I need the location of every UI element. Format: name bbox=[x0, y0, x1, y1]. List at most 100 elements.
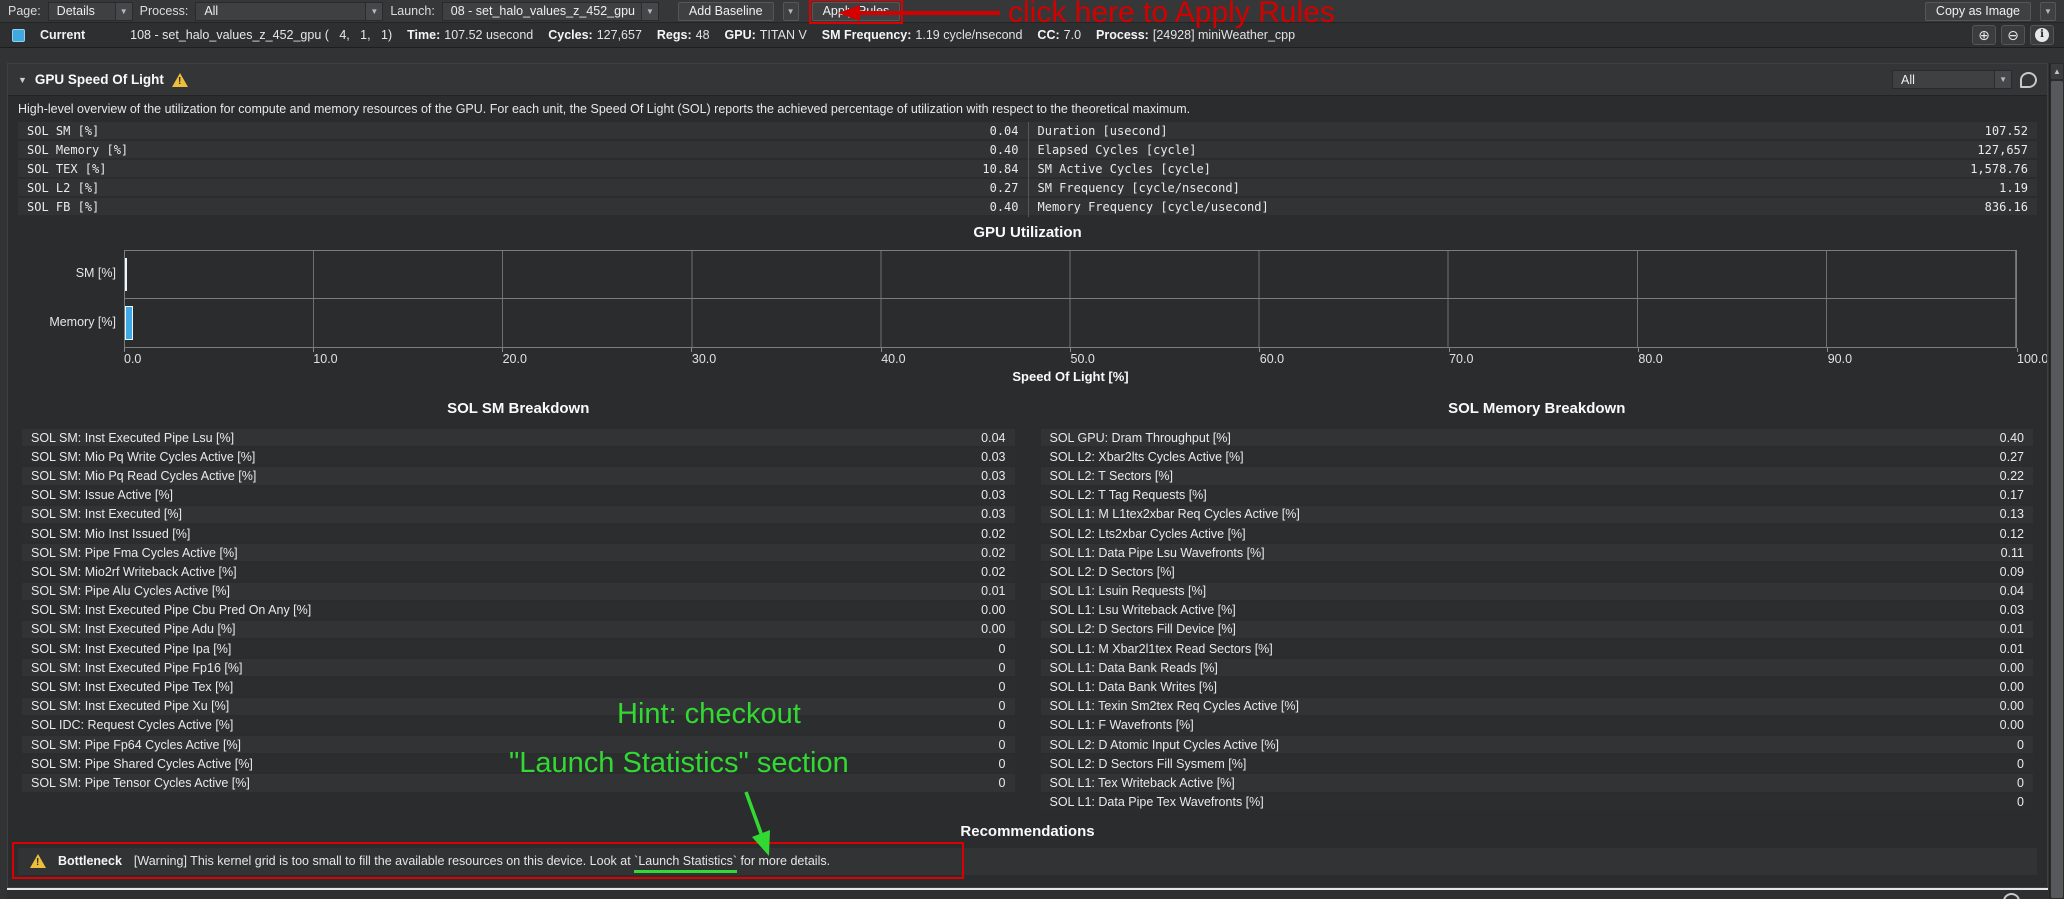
info-button[interactable]: i bbox=[2030, 25, 2054, 45]
x-axis-label: Speed Of Light [%] bbox=[124, 365, 2017, 390]
recommendations-title: Recommendations bbox=[8, 823, 2047, 840]
chart-row-memory bbox=[125, 299, 2016, 347]
kernel-stat: Process:[24928] miniWeather_cpp bbox=[1096, 28, 1295, 42]
table-row[interactable]: SOL L2: D Atomic Input Cycles Active [%]… bbox=[1041, 736, 2034, 753]
table-row[interactable]: SM Active Cycles [cycle] 1,578.76 bbox=[1029, 160, 2038, 177]
report-toolbar-icons: ⊕ ⊖ i bbox=[1972, 25, 2054, 45]
current-color-chip bbox=[12, 29, 25, 42]
table-row[interactable]: SOL L1: F Wavefronts [%] 0.00 bbox=[1041, 717, 2034, 734]
table-row[interactable]: SOL IDC: Request Cycles Active [%] 0 bbox=[22, 717, 1015, 734]
launch-label: Launch: bbox=[390, 4, 434, 18]
launch-statistics-link[interactable]: `Launch Statistics` bbox=[634, 854, 737, 873]
table-row[interactable]: SOL L1: Lsuin Requests [%] 0.04 bbox=[1041, 583, 2034, 600]
gpu-utilization-plot bbox=[124, 250, 2017, 348]
table-row[interactable]: SOL SM: Inst Executed Pipe Fp16 [%] 0 bbox=[22, 659, 1015, 676]
scroll-up-button[interactable]: ▲ bbox=[2051, 64, 2063, 79]
table-row[interactable]: SOL SM: Inst Executed Pipe Cbu Pred On A… bbox=[22, 602, 1015, 619]
launch-dropdown[interactable]: 08 - set_halo_values_z_452_gpu ▼ bbox=[442, 2, 659, 21]
scrollbar-thumb[interactable] bbox=[2051, 81, 2063, 898]
copy-as-image-dropdown-arrow[interactable]: ▼ bbox=[2040, 2, 2056, 21]
table-row[interactable]: SOL L2: T Sectors [%] 0.22 bbox=[1041, 467, 2034, 484]
table-row[interactable]: SOL L2: D Sectors [%] 0.09 bbox=[1041, 563, 2034, 580]
table-row[interactable]: SM Frequency [cycle/nsecond] 1.19 bbox=[1029, 179, 2038, 196]
collapse-arrow-icon[interactable]: ▼ bbox=[18, 75, 27, 85]
table-row[interactable]: SOL L2 [%] 0.27 bbox=[18, 179, 1028, 196]
comment-bubble-icon[interactable] bbox=[2020, 72, 2037, 88]
table-row[interactable]: SOL L1: Data Bank Reads [%] 0.00 bbox=[1041, 659, 2034, 676]
table-row[interactable]: SOL L2: Xbar2lts Cycles Active [%] 0.27 bbox=[1041, 448, 2034, 465]
zoom-out-button[interactable]: ⊖ bbox=[2001, 25, 2025, 45]
section-filter-dropdown[interactable]: All ▼ bbox=[1892, 70, 2012, 89]
apply-rules-annotation-box: Apply Rules bbox=[812, 2, 901, 21]
annotation-hint-line1: Hint: checkout bbox=[617, 698, 801, 731]
table-row[interactable]: SOL SM: Inst Executed Pipe Lsu [%] 0.04 bbox=[22, 429, 1015, 446]
table-row[interactable]: SOL L1: M L1tex2xbar Req Cycles Active [… bbox=[1041, 506, 2034, 523]
kernel-stat: Time:107.52 usecond bbox=[407, 28, 533, 42]
copy-as-image-button[interactable]: Copy as Image bbox=[1925, 2, 2031, 21]
table-row[interactable]: SOL GPU: Dram Throughput [%] 0.40 bbox=[1041, 429, 2034, 446]
table-row[interactable]: SOL SM: Mio Pq Write Cycles Active [%] 0… bbox=[22, 448, 1015, 465]
process-label: Process: bbox=[140, 4, 189, 18]
vertical-scrollbar[interactable]: ▲ bbox=[2049, 63, 2064, 899]
table-row[interactable]: SOL SM: Inst Executed Pipe Xu [%] 0 bbox=[22, 698, 1015, 715]
table-row[interactable]: SOL L2: D Sectors Fill Sysmem [%] 0 bbox=[1041, 755, 2034, 772]
page-dropdown[interactable]: Details ▼ bbox=[48, 2, 133, 21]
table-row[interactable]: SOL Memory [%] 0.40 bbox=[18, 141, 1028, 158]
zoom-in-button[interactable]: ⊕ bbox=[1972, 25, 1996, 45]
bottleneck-recommendation-row[interactable]: ! Bottleneck [Warning] This kernel grid … bbox=[18, 848, 2037, 875]
kernel-name: 108 - set_halo_values_z_452_gpu ( 4, 1, … bbox=[130, 28, 392, 42]
table-row[interactable]: SOL SM: Pipe Alu Cycles Active [%] 0.01 bbox=[22, 583, 1015, 600]
zoom-in-icon: ⊕ bbox=[1978, 28, 1990, 42]
table-row[interactable]: SOL SM: Inst Executed Pipe Ipa [%] 0 bbox=[22, 640, 1015, 657]
section-header[interactable]: ▼ GPU Speed Of Light ! All ▼ bbox=[8, 64, 2047, 96]
page-label: Page: bbox=[8, 4, 41, 18]
table-row[interactable]: SOL L1: Data Pipe Tex Wavefronts [%] 0 bbox=[1041, 794, 2034, 811]
table-row[interactable]: SOL L1: Tex Writeback Active [%] 0 bbox=[1041, 774, 2034, 791]
table-row[interactable]: SOL SM: Mio Inst Issued [%] 0.02 bbox=[22, 525, 1015, 542]
table-row[interactable]: SOL SM: Inst Executed Pipe Adu [%] 0.00 bbox=[22, 621, 1015, 638]
chevron-down-icon: ▼ bbox=[641, 3, 658, 20]
table-row[interactable]: SOL SM: Inst Executed Pipe Tex [%] 0 bbox=[22, 678, 1015, 695]
kernel-stat: SM Frequency:1.19 cycle/nsecond bbox=[822, 28, 1023, 42]
table-row[interactable]: Elapsed Cycles [cycle] 127,657 bbox=[1029, 141, 2038, 158]
table-row[interactable]: SOL L2: T Tag Requests [%] 0.17 bbox=[1041, 487, 2034, 504]
table-row[interactable]: SOL L1: Data Bank Writes [%] 0.00 bbox=[1041, 678, 2034, 695]
table-row[interactable]: SOL SM: Mio2rf Writeback Active [%] 0.02 bbox=[22, 563, 1015, 580]
next-section-cutoff bbox=[7, 890, 2048, 899]
annotation-hint-line2: "Launch Statistics" section bbox=[509, 747, 849, 780]
sol-summary-left: SOL SM [%] 0.04 SOL Memory [%] 0.40 SOL … bbox=[18, 122, 1028, 217]
process-dropdown[interactable]: All ▼ bbox=[195, 2, 383, 21]
table-row[interactable]: SOL L2: Lts2xbar Cycles Active [%] 0.12 bbox=[1041, 525, 2034, 542]
table-row[interactable]: SOL L2: D Sectors Fill Device [%] 0.01 bbox=[1041, 621, 2034, 638]
table-row[interactable]: SOL L1: M Xbar2l1tex Read Sectors [%] 0.… bbox=[1041, 640, 2034, 657]
table-row[interactable]: Memory Frequency [cycle/usecond] 836.16 bbox=[1029, 198, 2038, 215]
x-axis-ticks: 0.0 10.0 20.0 30.0 bbox=[124, 348, 2017, 365]
comment-bubble-icon[interactable] bbox=[2003, 893, 2020, 899]
add-baseline-dropdown-arrow[interactable]: ▼ bbox=[783, 2, 799, 21]
sol-memory-breakdown: SOL Memory Breakdown SOL GPU: Dram Throu… bbox=[1041, 392, 2034, 813]
add-baseline-button[interactable]: Add Baseline bbox=[678, 2, 774, 21]
table-row[interactable]: SOL SM [%] 0.04 bbox=[18, 122, 1028, 139]
gpu-sol-section-panel: ▼ GPU Speed Of Light ! All ▼ High-level … bbox=[7, 63, 2048, 888]
annotation-apply-rules-callout: click here to Apply Rules bbox=[1008, 0, 1335, 30]
table-row[interactable]: SOL SM: Issue Active [%] 0.03 bbox=[22, 487, 1015, 504]
table-row[interactable]: SOL SM: Mio Pq Read Cycles Active [%] 0.… bbox=[22, 467, 1015, 484]
chart-row-label-memory: Memory [%] bbox=[18, 315, 116, 329]
table-row[interactable]: Duration [usecond] 107.52 bbox=[1029, 122, 2038, 139]
table-row[interactable]: SOL SM: Inst Executed [%] 0.03 bbox=[22, 506, 1015, 523]
table-row[interactable]: SOL SM: Pipe Fma Cycles Active [%] 0.02 bbox=[22, 544, 1015, 561]
sol-memory-breakdown-rows: SOL GPU: Dram Throughput [%] 0.40 SOL L2… bbox=[1041, 429, 2034, 811]
bottleneck-message: [Warning] This kernel grid is too small … bbox=[134, 854, 830, 868]
table-row[interactable]: SOL FB [%] 0.40 bbox=[18, 198, 1028, 215]
apply-rules-button[interactable]: Apply Rules bbox=[812, 2, 901, 21]
kernel-stats: Time:107.52 usecond Cycles:127,657 Regs:… bbox=[407, 28, 1295, 42]
sm-bar bbox=[125, 258, 127, 291]
table-row[interactable]: SOL L1: Data Pipe Lsu Wavefronts [%] 0.1… bbox=[1041, 544, 2034, 561]
kernel-stat: CC:7.0 bbox=[1037, 28, 1081, 42]
zoom-out-icon: ⊖ bbox=[2007, 28, 2019, 42]
table-row[interactable]: SOL TEX [%] 10.84 bbox=[18, 160, 1028, 177]
kernel-stat: GPU:TITAN V bbox=[725, 28, 807, 42]
sol-sm-breakdown-title: SOL SM Breakdown bbox=[22, 400, 1015, 417]
table-row[interactable]: SOL L1: Texin Sm2tex Req Cycles Active [… bbox=[1041, 698, 2034, 715]
table-row[interactable]: SOL L1: Lsu Writeback Active [%] 0.03 bbox=[1041, 602, 2034, 619]
